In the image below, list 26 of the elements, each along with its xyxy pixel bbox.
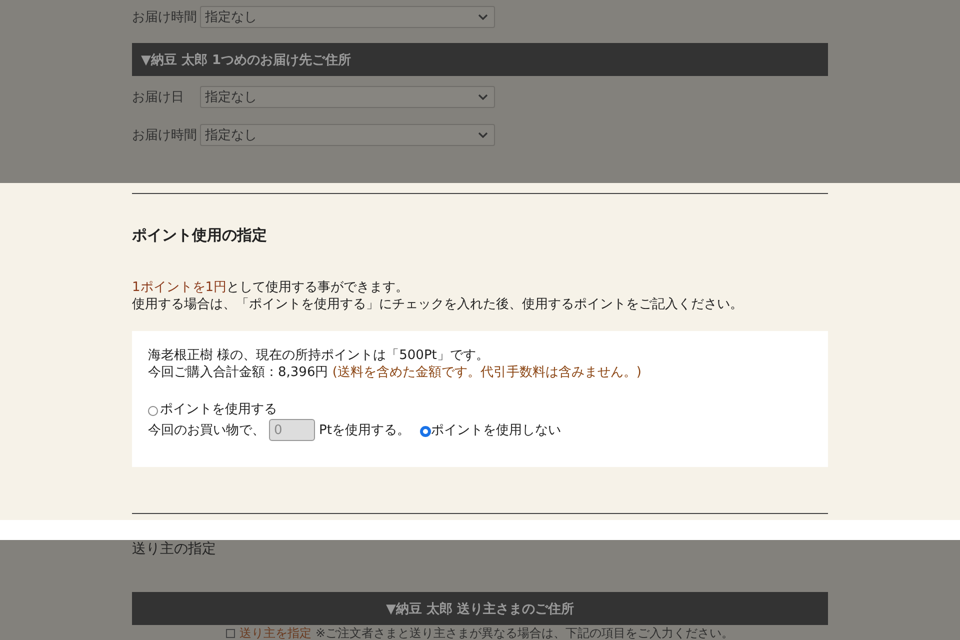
radio-button[interactable] <box>420 426 431 437</box>
section-title: 送り主の指定 <box>132 540 217 558</box>
sender-note-text: ※ご注文者さまと送り主さまが異なる場合は、下記の項目をご入力ください。 <box>315 624 734 640</box>
total-amount-text: 今回ご購入合計金額：8,396円 (送料を含めた金額です。代引手数料は含みません。) <box>148 364 643 381</box>
amount-prefix-text: 今回のお買い物で、 <box>148 422 265 439</box>
field-label: お届け時間 <box>132 127 198 144</box>
points-balance-text: 海老根正樹 様の、現在の所持ポイントは「500Pt」です。 <box>148 347 490 364</box>
chevron-icon <box>478 94 488 100</box>
checkbox[interactable] <box>226 628 236 638</box>
dropdown[interactable]: 指定なし <box>200 86 495 108</box>
section-header: ▼納豆 太郎 1つめのお届け先ご住所 <box>132 43 828 76</box>
dropdown[interactable]: 指定なし <box>200 124 495 146</box>
section-header: ▼納豆 太郎 送り主さまのご住所 <box>132 592 828 625</box>
section-title: ポイント使用の指定 <box>132 226 268 245</box>
radio-label[interactable]: ポイントを使用しない <box>430 421 561 439</box>
intro-text: 1ポイントを1円 として使用する事ができます。 <box>132 279 410 296</box>
radio-label[interactable]: ポイントを使用する <box>160 401 277 418</box>
field-label: お届け日 <box>132 89 185 106</box>
chevron-icon <box>478 14 488 20</box>
checkbox-label[interactable]: 送り主を指定 <box>239 624 312 640</box>
amount-suffix-text: Ptを使用する。 <box>319 422 410 439</box>
instruction-text: 使用する場合は、「ポイントを使用する」にチェックを入れた後、使用するポイントをご記入ください。 <box>132 296 744 313</box>
dropdown[interactable]: 指定なし <box>200 6 495 28</box>
radio-button[interactable] <box>148 406 158 416</box>
field-label: お届け時間 <box>132 9 198 26</box>
chevron-icon <box>478 132 488 138</box>
